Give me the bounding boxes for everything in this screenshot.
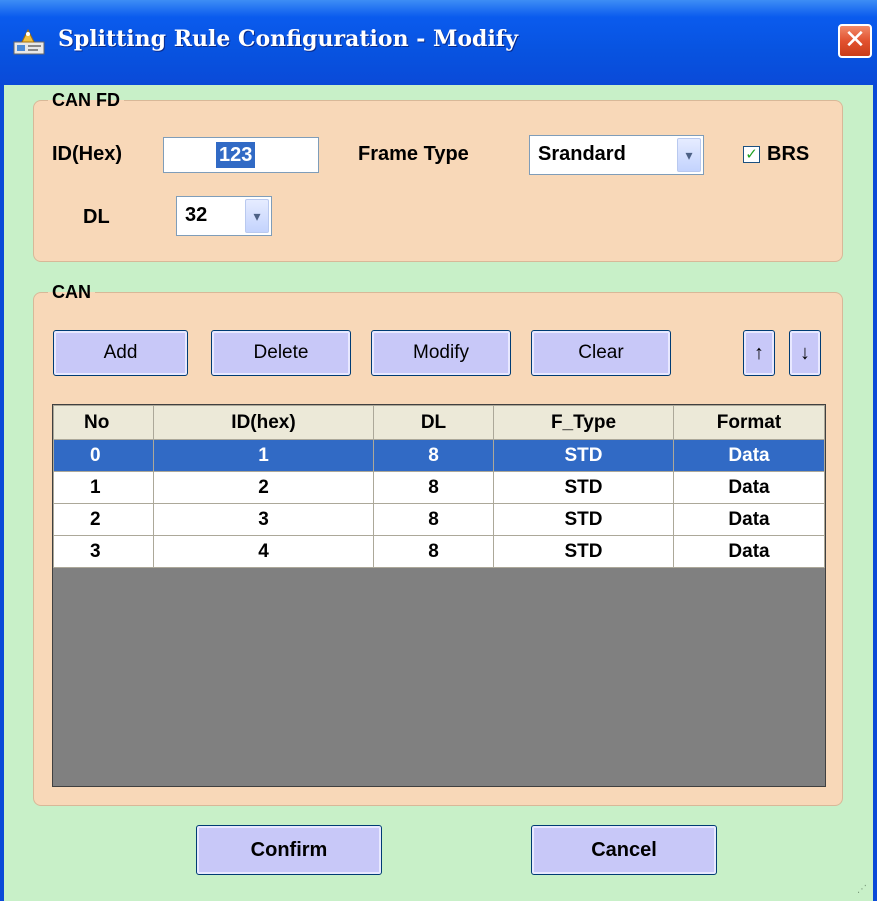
cell-format: Data <box>673 535 825 568</box>
cell-dl: 8 <box>373 535 494 568</box>
cell-no: 2 <box>53 503 154 536</box>
move-up-button[interactable]: ↑ <box>743 330 775 376</box>
cancel-button[interactable]: Cancel <box>531 825 717 875</box>
check-icon: ✓ <box>745 146 758 163</box>
add-button[interactable]: Add <box>53 330 188 376</box>
frame-type-value: Srandard <box>538 143 626 165</box>
cell-id: 1 <box>153 439 374 472</box>
cell-dl: 8 <box>373 439 494 472</box>
table-header-row: No ID(hex) DL F_Type Format <box>53 405 825 440</box>
frame-type-label: Frame Type <box>358 143 469 165</box>
can-group: CAN Add Delete Modify Clear ↑ ↓ No ID(he… <box>33 282 843 806</box>
cell-dl: 8 <box>373 471 494 504</box>
id-hex-input[interactable]: 123 <box>163 137 319 173</box>
table-row[interactable]: 3 4 8 STD Data <box>53 535 825 568</box>
id-hex-label: ID(Hex) <box>52 143 123 165</box>
cell-no: 3 <box>53 535 154 568</box>
confirm-button[interactable]: Confirm <box>196 825 382 875</box>
cell-no: 0 <box>53 439 154 472</box>
table-row[interactable]: 2 3 8 STD Data <box>53 503 825 536</box>
cell-id: 4 <box>153 535 374 568</box>
can-group-label: CAN <box>48 282 95 302</box>
cell-no: 1 <box>53 471 154 504</box>
dialog-body: CAN FD ID(Hex) 123 Frame Type Srandard ▾… <box>4 85 873 901</box>
arrow-down-icon: ↓ <box>800 341 810 364</box>
brs-checkbox[interactable]: ✓ <box>743 146 760 163</box>
cell-id: 3 <box>153 503 374 536</box>
canfd-group-label: CAN FD <box>48 90 124 110</box>
cell-format: Data <box>673 471 825 504</box>
window-title: Splitting Rule Configuration - Modify <box>58 26 519 52</box>
chevron-down-icon[interactable]: ▾ <box>245 199 269 233</box>
close-button[interactable]: ✕ <box>838 24 872 58</box>
clear-button[interactable]: Clear <box>531 330 671 376</box>
modify-button[interactable]: Modify <box>371 330 511 376</box>
column-header-ftype[interactable]: F_Type <box>493 405 674 440</box>
app-icon <box>13 28 45 55</box>
resize-grip-icon[interactable]: ⋰ <box>857 884 867 895</box>
title-bar[interactable]: Splitting Rule Configuration - Modify ✕ <box>0 0 877 85</box>
brs-label: BRS <box>767 143 810 165</box>
chevron-down-icon[interactable]: ▾ <box>677 138 701 172</box>
cell-ftype: STD <box>493 535 674 568</box>
cell-dl: 8 <box>373 503 494 536</box>
cell-format: Data <box>673 503 825 536</box>
dl-value: 32 <box>185 204 208 226</box>
cell-ftype: STD <box>493 503 674 536</box>
dl-select[interactable]: 32 ▾ <box>176 196 272 236</box>
cell-ftype: STD <box>493 471 674 504</box>
cell-format: Data <box>673 439 825 472</box>
move-down-button[interactable]: ↓ <box>789 330 821 376</box>
arrow-up-icon: ↑ <box>754 341 764 364</box>
table-row[interactable]: 0 1 8 STD Data <box>53 439 825 472</box>
delete-button[interactable]: Delete <box>211 330 351 376</box>
column-header-no[interactable]: No <box>53 405 154 440</box>
dl-label: DL <box>83 206 110 228</box>
can-rules-table: No ID(hex) DL F_Type Format 0 1 8 STD Da… <box>53 405 825 568</box>
id-hex-value: 123 <box>216 142 256 168</box>
canfd-group: CAN FD ID(Hex) 123 Frame Type Srandard ▾… <box>33 90 843 262</box>
can-rules-grid[interactable]: No ID(hex) DL F_Type Format 0 1 8 STD Da… <box>52 404 826 787</box>
table-row[interactable]: 1 2 8 STD Data <box>53 471 825 504</box>
column-header-format[interactable]: Format <box>673 405 825 440</box>
column-header-id[interactable]: ID(hex) <box>153 405 374 440</box>
cell-ftype: STD <box>493 439 674 472</box>
close-icon: ✕ <box>844 25 866 55</box>
cell-id: 2 <box>153 471 374 504</box>
column-header-dl[interactable]: DL <box>373 405 494 440</box>
frame-type-select[interactable]: Srandard ▾ <box>529 135 704 175</box>
dialog-window: Splitting Rule Configuration - Modify ✕ … <box>0 0 877 901</box>
